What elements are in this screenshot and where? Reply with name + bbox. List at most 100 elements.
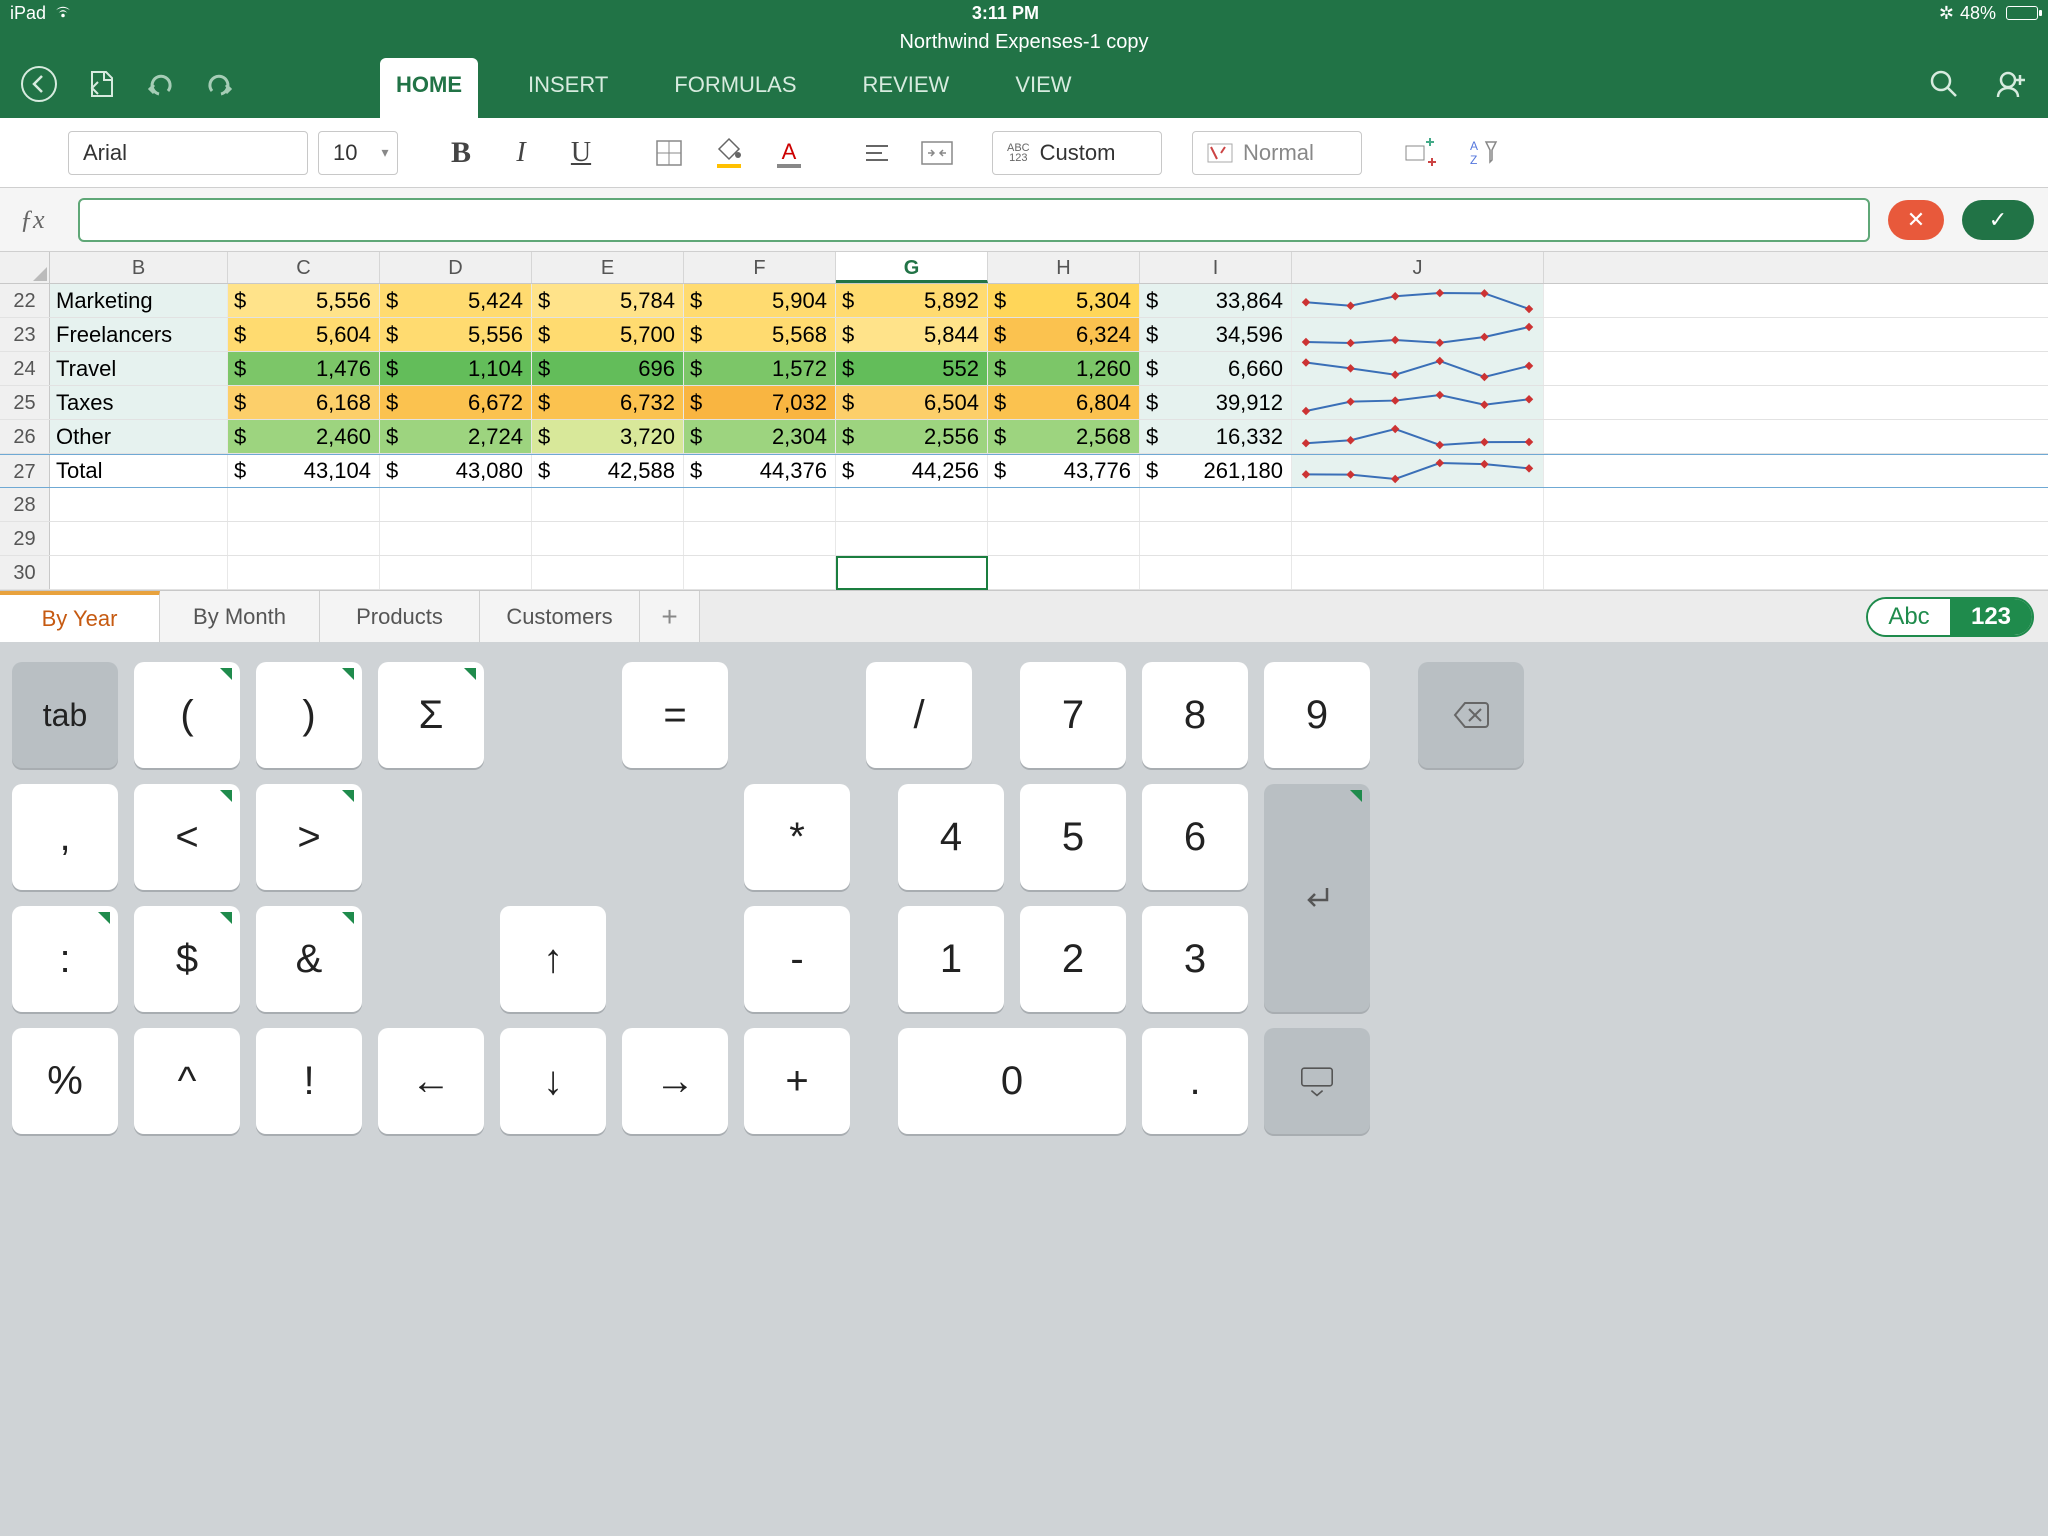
fill-color-button[interactable] (704, 131, 754, 175)
cell-H30[interactable] (988, 556, 1140, 589)
merge-button[interactable] (912, 131, 962, 175)
cell-B29[interactable] (50, 522, 228, 555)
cell-B27[interactable]: Total (50, 455, 228, 487)
add-sheet-button[interactable]: + (640, 591, 700, 642)
cell-J29[interactable] (1292, 522, 1544, 555)
cell-C29[interactable] (228, 522, 380, 555)
cell-H29[interactable] (988, 522, 1140, 555)
bold-button[interactable]: B (436, 131, 486, 175)
key-backspace[interactable] (1418, 662, 1524, 768)
cell-G28[interactable] (836, 488, 988, 521)
key-6[interactable]: 6 (1142, 784, 1248, 890)
key-9[interactable]: 9 (1264, 662, 1370, 768)
tab-review[interactable]: REVIEW (847, 58, 966, 118)
key-multiply[interactable]: * (744, 784, 850, 890)
cell-F28[interactable] (684, 488, 836, 521)
cell-J27[interactable] (1292, 455, 1544, 487)
key-sigma[interactable]: Σ (378, 662, 484, 768)
mode-123[interactable]: 123 (1950, 599, 2032, 635)
cell-J28[interactable] (1292, 488, 1544, 521)
cell-D25[interactable]: $6,672 (380, 386, 532, 419)
redo-button[interactable] (204, 69, 234, 107)
cell-I23[interactable]: $34,596 (1140, 318, 1292, 351)
cell-I24[interactable]: $6,660 (1140, 352, 1292, 385)
underline-button[interactable]: U (556, 131, 606, 175)
cell-J23[interactable] (1292, 318, 1544, 351)
back-button[interactable] (20, 65, 58, 111)
file-button[interactable] (86, 68, 118, 108)
row-header-29[interactable]: 29 (0, 522, 50, 555)
borders-button[interactable] (644, 131, 694, 175)
key-minus[interactable]: - (744, 906, 850, 1012)
row-header-25[interactable]: 25 (0, 386, 50, 419)
cell-J24[interactable] (1292, 352, 1544, 385)
cell-D24[interactable]: $1,104 (380, 352, 532, 385)
search-button[interactable] (1928, 68, 1960, 108)
tab-insert[interactable]: INSERT (512, 58, 624, 118)
cell-B24[interactable]: Travel (50, 352, 228, 385)
tab-view[interactable]: VIEW (999, 58, 1087, 118)
spreadsheet-grid[interactable]: B C D E F G H I J 22Marketing$5,556$5,42… (0, 252, 2048, 590)
cell-F27[interactable]: $44,376 (684, 455, 836, 487)
key-0[interactable]: 0 (898, 1028, 1126, 1134)
key-7[interactable]: 7 (1020, 662, 1126, 768)
cell-D22[interactable]: $5,424 (380, 284, 532, 317)
cell-C27[interactable]: $43,104 (228, 455, 380, 487)
insert-delete-button[interactable] (1396, 131, 1446, 175)
col-header-G[interactable]: G (836, 252, 988, 283)
cell-G24[interactable]: $552 (836, 352, 988, 385)
cell-F23[interactable]: $5,568 (684, 318, 836, 351)
cell-B22[interactable]: Marketing (50, 284, 228, 317)
mode-abc[interactable]: Abc (1868, 599, 1950, 635)
sheet-tab-by-month[interactable]: By Month (160, 591, 320, 642)
cell-H28[interactable] (988, 488, 1140, 521)
cell-I26[interactable]: $16,332 (1140, 420, 1292, 453)
undo-button[interactable] (146, 69, 176, 107)
col-header-H[interactable]: H (988, 252, 1140, 283)
font-size-picker[interactable]: 10▾ (318, 131, 398, 175)
key-return[interactable] (1264, 784, 1370, 1012)
cell-H22[interactable]: $5,304 (988, 284, 1140, 317)
tab-home[interactable]: HOME (380, 58, 478, 118)
formula-cancel-button[interactable]: ✕ (1888, 200, 1944, 240)
share-button[interactable] (1994, 67, 2028, 109)
cell-C23[interactable]: $5,604 (228, 318, 380, 351)
key-arrow-down[interactable]: ↓ (500, 1028, 606, 1134)
cell-D28[interactable] (380, 488, 532, 521)
cell-B26[interactable]: Other (50, 420, 228, 453)
cell-E24[interactable]: $696 (532, 352, 684, 385)
cell-E28[interactable] (532, 488, 684, 521)
cell-G30[interactable] (836, 556, 988, 589)
cell-styles-picker[interactable]: Normal (1192, 131, 1362, 175)
key-plus[interactable]: + (744, 1028, 850, 1134)
cell-D27[interactable]: $43,080 (380, 455, 532, 487)
col-header-J[interactable]: J (1292, 252, 1544, 283)
cell-C26[interactable]: $2,460 (228, 420, 380, 453)
sheet-tab-by-year[interactable]: By Year (0, 591, 160, 642)
row-header-30[interactable]: 30 (0, 556, 50, 589)
key-8[interactable]: 8 (1142, 662, 1248, 768)
select-all-corner[interactable] (0, 252, 50, 283)
cell-F25[interactable]: $7,032 (684, 386, 836, 419)
key-dollar[interactable]: $ (134, 906, 240, 1012)
key-arrow-right[interactable]: → (622, 1028, 728, 1134)
cell-G27[interactable]: $44,256 (836, 455, 988, 487)
cell-D29[interactable] (380, 522, 532, 555)
key-lt[interactable]: < (134, 784, 240, 890)
cell-E29[interactable] (532, 522, 684, 555)
tab-formulas[interactable]: FORMULAS (658, 58, 812, 118)
cell-G25[interactable]: $6,504 (836, 386, 988, 419)
sort-filter-button[interactable]: AZ (1456, 131, 1506, 175)
cell-F22[interactable]: $5,904 (684, 284, 836, 317)
cell-F24[interactable]: $1,572 (684, 352, 836, 385)
col-header-D[interactable]: D (380, 252, 532, 283)
key-bang[interactable]: ! (256, 1028, 362, 1134)
col-header-I[interactable]: I (1140, 252, 1292, 283)
cell-H24[interactable]: $1,260 (988, 352, 1140, 385)
cell-E27[interactable]: $42,588 (532, 455, 684, 487)
cell-D30[interactable] (380, 556, 532, 589)
row-header-22[interactable]: 22 (0, 284, 50, 317)
cell-E30[interactable] (532, 556, 684, 589)
key-5[interactable]: 5 (1020, 784, 1126, 890)
row-header-26[interactable]: 26 (0, 420, 50, 453)
